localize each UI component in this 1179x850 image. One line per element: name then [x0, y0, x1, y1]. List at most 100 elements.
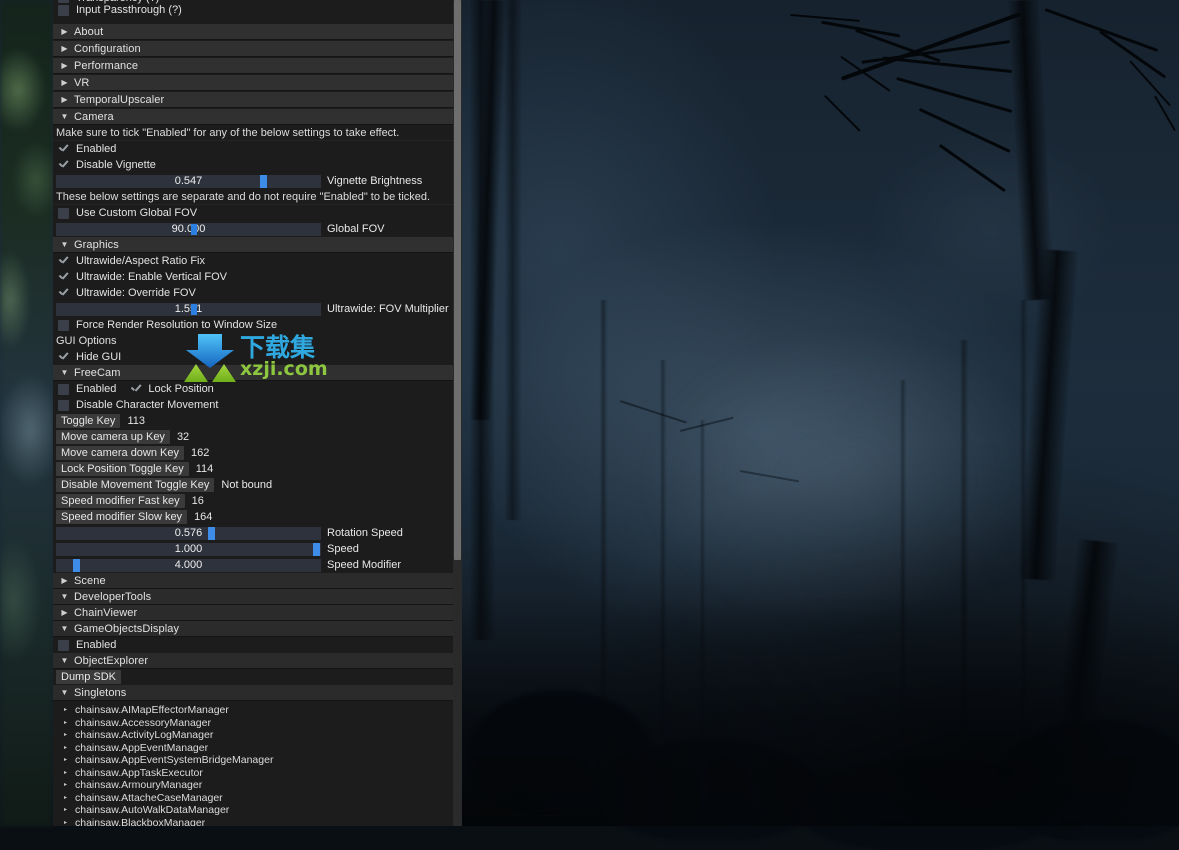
- tree-item-label: chainsaw.AppEventManager: [75, 742, 208, 755]
- tree-item-label: chainsaw.AccessoryManager: [75, 717, 211, 730]
- tree-item-label: chainsaw.AppEventSystemBridgeManager: [75, 754, 273, 767]
- global-fov-value: 90.000: [56, 223, 321, 236]
- tree-trunk-foreground: [1019, 249, 1078, 581]
- lock-position-checkbox[interactable]: [130, 384, 141, 395]
- freecam-enabled-checkbox[interactable]: [58, 384, 69, 395]
- tree-item[interactable]: ▸ chainsaw.BlackboxManager: [53, 817, 455, 827]
- section-header-developertools[interactable]: ▼ DeveloperTools: [53, 589, 455, 605]
- keybind-button[interactable]: Move camera up Key: [56, 430, 170, 444]
- keybind-row-disable-movement-toggle[interactable]: Disable Movement Toggle Key Not bound: [53, 477, 455, 493]
- rotation-speed-slider[interactable]: 0.576: [56, 527, 321, 540]
- tree-item[interactable]: ▸ chainsaw.ActivityLogManager: [53, 729, 455, 742]
- setting-row-gameobjectsdisplay-enabled[interactable]: Enabled: [53, 637, 455, 653]
- tree-item[interactable]: ▸ chainsaw.AppEventManager: [53, 742, 455, 755]
- section-header-configuration[interactable]: ▶ Configuration: [53, 41, 455, 57]
- setting-row-ultrawide-override-fov[interactable]: Ultrawide: Override FOV: [53, 285, 455, 301]
- disable-character-movement-checkbox[interactable]: [58, 400, 69, 411]
- section-header-camera[interactable]: ▼ Camera: [53, 109, 455, 125]
- tree-item[interactable]: ▸ chainsaw.AttacheCaseManager: [53, 792, 455, 805]
- tree-item[interactable]: ▸ chainsaw.AccessoryManager: [53, 717, 455, 730]
- branch: [1044, 8, 1158, 52]
- keybind-button[interactable]: Lock Position Toggle Key: [56, 462, 189, 476]
- tree-item-label: chainsaw.ActivityLogManager: [75, 729, 213, 742]
- tree-trunk-foreground: [471, 0, 506, 420]
- dump-sdk-row[interactable]: Dump SDK: [53, 669, 455, 685]
- dump-sdk-button[interactable]: Dump SDK: [56, 670, 121, 684]
- section-label: Scene: [74, 573, 106, 589]
- ultrawide-override-fov-checkbox[interactable]: [58, 288, 69, 299]
- setting-row-global-fov[interactable]: 90.000 Global FOV: [53, 221, 455, 237]
- chevron-down-icon: ▼: [59, 621, 70, 637]
- tree-item[interactable]: ▸ chainsaw.ArmouryManager: [53, 779, 455, 792]
- ultrawide-aspect-ratio-fix-checkbox[interactable]: [58, 256, 69, 267]
- setting-row-force-render-resolution[interactable]: Force Render Resolution to Window Size: [53, 317, 455, 333]
- section-header-temporalupscaler[interactable]: ▶ TemporalUpscaler: [53, 92, 455, 108]
- setting-row-freecam-enabled[interactable]: Enabled Lock Position: [53, 381, 455, 397]
- keybind-button[interactable]: Speed modifier Slow key: [56, 510, 187, 524]
- shrub: [600, 740, 820, 840]
- branch: [919, 108, 1011, 153]
- keybind-row-move-camera-down[interactable]: Move camera down Key 162: [53, 445, 455, 461]
- speed-slider[interactable]: 1.000: [56, 543, 321, 556]
- section-header-singletons[interactable]: ▼ Singletons: [53, 685, 455, 701]
- setting-row-hide-gui[interactable]: Hide GUI: [53, 349, 455, 365]
- text-selection-highlight: [191, 224, 197, 235]
- setting-row-speed[interactable]: 1.000 Speed: [53, 541, 455, 557]
- setting-row-ultrawide-enable-vertical-fov[interactable]: Ultrawide: Enable Vertical FOV: [53, 269, 455, 285]
- section-header-scene[interactable]: ▶ Scene: [53, 573, 455, 589]
- hide-gui-checkbox[interactable]: [58, 352, 69, 363]
- global-fov-slider[interactable]: 90.000: [56, 223, 321, 236]
- section-header-gameobjectsdisplay[interactable]: ▼ GameObjectsDisplay: [53, 621, 455, 637]
- ultrawide-enable-vertical-fov-checkbox[interactable]: [58, 272, 69, 283]
- keybind-row-move-camera-up[interactable]: Move camera up Key 32: [53, 429, 455, 445]
- keybind-button[interactable]: Disable Movement Toggle Key: [56, 478, 214, 492]
- setting-row-disable-character-movement[interactable]: Disable Character Movement: [53, 397, 455, 413]
- section-header-graphics[interactable]: ▼ Graphics: [53, 237, 455, 253]
- section-header-chainviewer[interactable]: ▶ ChainViewer: [53, 605, 455, 621]
- setting-row-rotation-speed[interactable]: 0.576 Rotation Speed: [53, 525, 455, 541]
- tree-item[interactable]: ▸ chainsaw.AIMapEffectorManager: [53, 704, 455, 717]
- section-header-objectexplorer[interactable]: ▼ ObjectExplorer: [53, 653, 455, 669]
- tree-item[interactable]: ▸ chainsaw.AppEventSystemBridgeManager: [53, 754, 455, 767]
- panel-scrollbar[interactable]: [453, 0, 462, 826]
- section-header-performance[interactable]: ▶ Performance: [53, 58, 455, 74]
- ultrawide-fov-multiplier-slider[interactable]: 1.551: [56, 303, 321, 316]
- tree-item[interactable]: ▸ chainsaw.AutoWalkDataManager: [53, 804, 455, 817]
- transparency-checkbox[interactable]: [58, 0, 69, 3]
- keybind-row-speed-modifier-slow[interactable]: Speed modifier Slow key 164: [53, 509, 455, 525]
- keybind-button[interactable]: Move camera down Key: [56, 446, 184, 460]
- tree-item-label: chainsaw.AttacheCaseManager: [75, 792, 223, 805]
- keybind-row-toggle-key[interactable]: Toggle Key 113: [53, 413, 455, 429]
- vignette-brightness-slider[interactable]: 0.547: [56, 175, 321, 188]
- scrollbar-thumb[interactable]: [454, 0, 461, 560]
- section-header-freecam[interactable]: ▼ FreeCam: [53, 365, 455, 381]
- force-render-resolution-checkbox[interactable]: [58, 320, 69, 331]
- keybind-value: Not bound: [221, 479, 272, 491]
- section-header-vr[interactable]: ▶ VR: [53, 75, 455, 91]
- tree-item[interactable]: ▸ chainsaw.AppTaskExecutor: [53, 767, 455, 780]
- setting-row-use-custom-global-fov[interactable]: Use Custom Global FOV: [53, 205, 455, 221]
- speed-modifier-slider[interactable]: 4.000: [56, 559, 321, 572]
- setting-row-input-passthrough[interactable]: Input Passthrough (?): [53, 2, 455, 18]
- setting-row-ultrawide-aspect-ratio-fix[interactable]: Ultrawide/Aspect Ratio Fix: [53, 253, 455, 269]
- setting-row-ultrawide-fov-multiplier[interactable]: 1.551 Ultrawide: FOV Multiplier: [53, 301, 455, 317]
- section-header-about[interactable]: ▶ About: [53, 24, 455, 40]
- input-passthrough-checkbox[interactable]: [58, 5, 69, 16]
- branch: [939, 144, 1006, 192]
- keybind-button[interactable]: Toggle Key: [56, 414, 120, 428]
- keybind-row-lock-position-toggle[interactable]: Lock Position Toggle Key 114: [53, 461, 455, 477]
- keybind-button[interactable]: Speed modifier Fast key: [56, 494, 185, 508]
- keybind-row-speed-modifier-fast[interactable]: Speed modifier Fast key 16: [53, 493, 455, 509]
- tree-trunk: [470, 0, 494, 640]
- setting-row-speed-modifier[interactable]: 4.000 Speed Modifier: [53, 557, 455, 573]
- camera-enabled-checkbox[interactable]: [58, 144, 69, 155]
- disable-vignette-checkbox[interactable]: [58, 160, 69, 171]
- section-label: TemporalUpscaler: [74, 92, 164, 108]
- setting-row-disable-vignette[interactable]: Disable Vignette: [53, 157, 455, 173]
- tree-trunk: [660, 360, 666, 740]
- setting-row-vignette-brightness[interactable]: 0.547 Vignette Brightness: [53, 173, 455, 189]
- use-custom-global-fov-checkbox[interactable]: [58, 208, 69, 219]
- setting-row-camera-enabled[interactable]: Enabled: [53, 141, 455, 157]
- tree-item-label: chainsaw.ArmouryManager: [75, 779, 202, 792]
- gameobjectsdisplay-enabled-checkbox[interactable]: [58, 640, 69, 651]
